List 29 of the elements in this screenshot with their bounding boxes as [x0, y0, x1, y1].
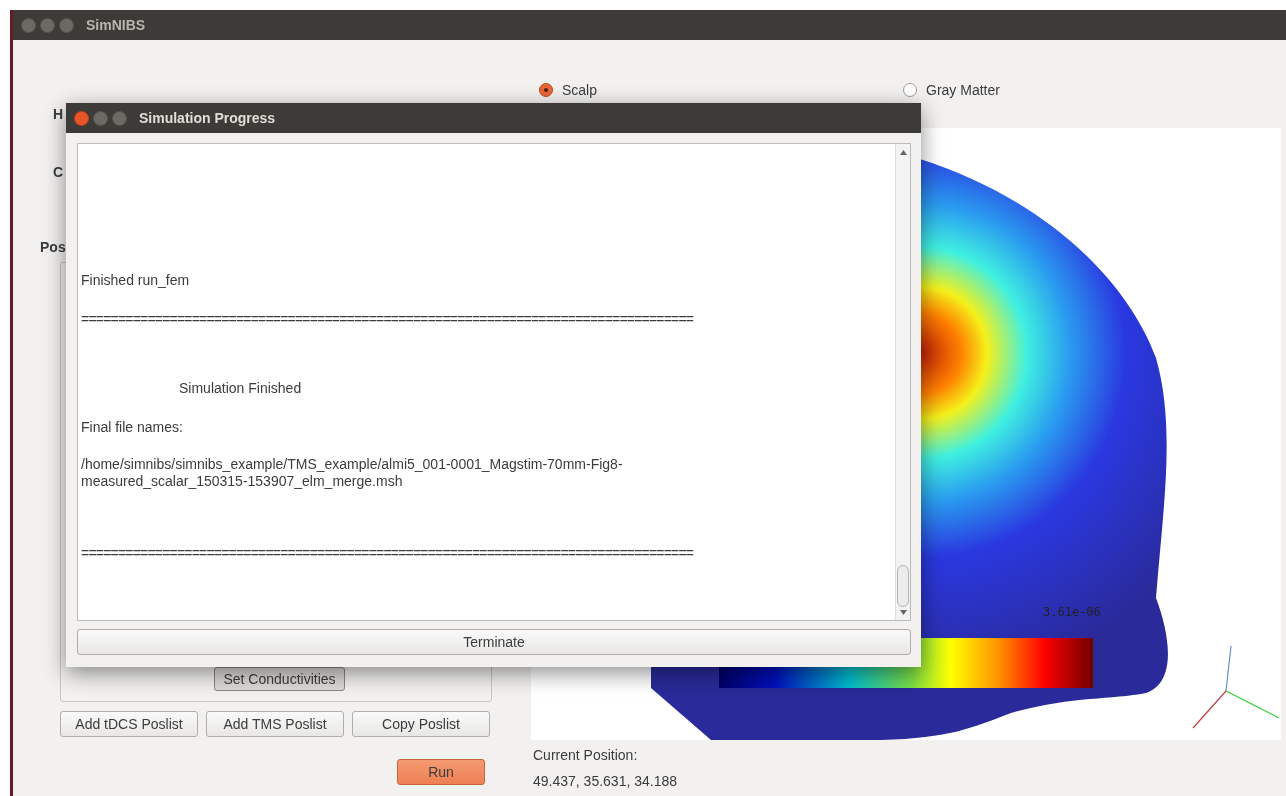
- terminate-button[interactable]: Terminate: [77, 629, 911, 655]
- section-label: Pos: [40, 239, 66, 255]
- radio-label: Scalp: [562, 82, 598, 98]
- log-line: Final file names:: [81, 419, 184, 436]
- radio-button[interactable]: [903, 83, 917, 97]
- window-title: SimNIBS: [86, 17, 146, 33]
- radio-label: Gray Matter: [926, 82, 1000, 98]
- poslist-button[interactable]: Add tDCS Poslist: [60, 711, 198, 737]
- scrollbar[interactable]: [895, 144, 910, 620]
- dialog-title: Simulation Progress: [139, 110, 276, 126]
- log-line: Finished run_fem: [81, 272, 191, 289]
- current-position-value: 49.437, 35.631, 34.188: [533, 773, 679, 789]
- scroll-up-icon[interactable]: [899, 147, 907, 157]
- radio-button[interactable]: [539, 83, 553, 97]
- colorbar-label: 3.61e-06: [1043, 605, 1101, 619]
- section-label: C: [53, 164, 64, 180]
- set-conductivities-button[interactable]: Set Conductivities: [214, 667, 345, 691]
- log-line: ===================================================================================: [81, 311, 695, 328]
- scroll-down-icon[interactable]: [899, 607, 907, 617]
- log-line: ===================================================================================: [81, 545, 695, 562]
- poslist-button[interactable]: Copy Poslist: [352, 711, 490, 737]
- run-button[interactable]: Run: [397, 759, 485, 785]
- section-label: H: [53, 106, 64, 122]
- poslist-button[interactable]: Add TMS Poslist: [206, 711, 344, 737]
- log-line: /home/simnibs/simnibs_example/TMS_example/almi5_001-0001_Magstim-70mm-Fig8-measured_scalar_150315-153907_elm_merge.msh: [81, 456, 624, 490]
- log-line: Simulation Finished: [178, 380, 303, 397]
- current-position-label: Current Position:: [533, 747, 639, 763]
- scroll-thumb[interactable]: [897, 565, 909, 607]
- axes-icon: [1192, 645, 1280, 729]
